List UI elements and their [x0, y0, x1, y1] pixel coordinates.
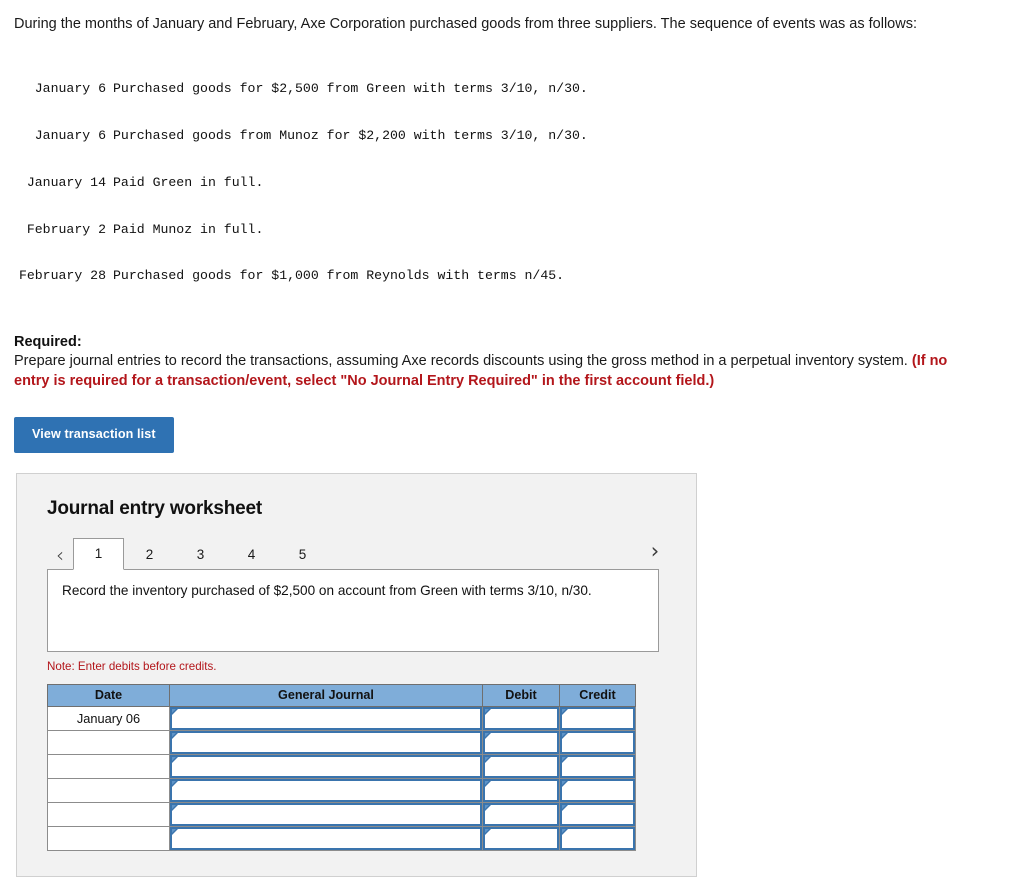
- credit-input[interactable]: [560, 754, 635, 778]
- debit-input[interactable]: [483, 706, 559, 730]
- transaction-description: Purchased goods for $1,000 from Reynolds…: [113, 268, 565, 284]
- table-row: [47, 825, 636, 851]
- table-row: [47, 729, 636, 755]
- general-journal-input[interactable]: [170, 778, 482, 802]
- cell-general-journal[interactable]: [169, 729, 483, 755]
- journal-entry-table: Date General Journal Debit Credit Januar…: [47, 683, 636, 851]
- cell-general-journal[interactable]: [169, 777, 483, 803]
- cell-date[interactable]: January 06: [47, 705, 170, 731]
- view-transaction-list-button[interactable]: View transaction list: [14, 417, 174, 453]
- cell-credit[interactable]: [559, 753, 636, 779]
- table-header-row: Date General Journal Debit Credit: [47, 683, 636, 707]
- transaction-description: Paid Munoz in full.: [113, 221, 264, 237]
- required-body-text: Prepare journal entries to record the tr…: [14, 353, 912, 370]
- journal-entry-worksheet-panel: Journal entry worksheet ‹ 1 2 3 4 5 › Re…: [16, 472, 697, 877]
- general-journal-input[interactable]: [170, 754, 482, 778]
- debit-input[interactable]: [483, 754, 559, 778]
- cell-credit[interactable]: [559, 801, 636, 827]
- general-journal-input[interactable]: [170, 802, 482, 826]
- required-heading: Required:: [14, 334, 82, 351]
- transaction-date: February 28: [18, 268, 106, 284]
- tab-entry-1[interactable]: 1: [73, 537, 124, 570]
- credit-input[interactable]: [560, 778, 635, 802]
- cell-credit[interactable]: [559, 825, 636, 851]
- journal-table-body: January 06: [47, 705, 636, 851]
- worksheet-tabs: ‹ 1 2 3 4 5 ›: [47, 536, 680, 570]
- cell-debit[interactable]: [482, 705, 560, 731]
- credit-input[interactable]: [560, 826, 635, 850]
- tab-entry-4[interactable]: 4: [226, 539, 277, 570]
- cell-date[interactable]: [47, 801, 170, 827]
- tab-entry-5[interactable]: 5: [277, 539, 328, 570]
- general-journal-input[interactable]: [170, 826, 482, 850]
- column-header-date: Date: [47, 683, 170, 707]
- cell-debit[interactable]: [482, 801, 560, 827]
- transaction-description: Paid Green in full.: [113, 174, 264, 190]
- cell-debit[interactable]: [482, 777, 560, 803]
- transaction-row: January 14 Paid Green in full.: [14, 175, 1010, 191]
- previous-entry-chevron-left-icon[interactable]: ‹: [47, 540, 73, 570]
- cell-date[interactable]: [47, 753, 170, 779]
- transaction-row: February 28 Purchased goods for $1,000 f…: [14, 268, 1010, 284]
- cell-general-journal[interactable]: [169, 801, 483, 827]
- debit-input[interactable]: [483, 778, 559, 802]
- cell-date[interactable]: [47, 777, 170, 803]
- entry-instruction-box: Record the inventory purchased of $2,500…: [47, 568, 659, 652]
- transaction-date: January 6: [34, 127, 106, 143]
- next-entry-chevron-right-icon[interactable]: ›: [642, 536, 668, 566]
- cell-debit[interactable]: [482, 825, 560, 851]
- cell-general-journal[interactable]: [169, 705, 483, 731]
- cell-general-journal[interactable]: [169, 825, 483, 851]
- table-row: [47, 753, 636, 779]
- journal-table-wrapper: Date General Journal Debit Credit Januar…: [47, 683, 636, 851]
- general-journal-input[interactable]: [170, 706, 482, 730]
- worksheet-title: Journal entry worksheet: [47, 497, 263, 519]
- transaction-date: February 2: [26, 221, 106, 237]
- debits-before-credits-note: Note: Enter debits before credits.: [47, 659, 217, 673]
- table-row: [47, 801, 636, 827]
- column-header-general-journal: General Journal: [169, 683, 483, 707]
- debit-input[interactable]: [483, 802, 559, 826]
- cell-credit[interactable]: [559, 729, 636, 755]
- transaction-list: January 6 Purchased goods for $2,500 fro…: [14, 50, 1010, 315]
- transaction-row: January 6 Purchased goods for $2,500 fro…: [14, 81, 1010, 97]
- transaction-row: February 2 Paid Munoz in full.: [14, 222, 1010, 238]
- tab-entry-2[interactable]: 2: [124, 539, 175, 570]
- cell-general-journal[interactable]: [169, 753, 483, 779]
- credit-input[interactable]: [560, 802, 635, 826]
- cell-debit[interactable]: [482, 753, 560, 779]
- column-header-credit: Credit: [559, 683, 636, 707]
- transaction-date: January 14: [26, 174, 106, 190]
- cell-date[interactable]: [47, 729, 170, 755]
- transaction-row: January 6 Purchased goods from Munoz for…: [14, 128, 1010, 144]
- transaction-description: Purchased goods from Munoz for $2,200 wi…: [113, 127, 588, 143]
- tab-entry-3[interactable]: 3: [175, 539, 226, 570]
- transaction-description: Purchased goods for $2,500 from Green wi…: [113, 81, 588, 97]
- required-body: Prepare journal entries to record the tr…: [14, 351, 969, 391]
- cell-credit[interactable]: [559, 777, 636, 803]
- general-journal-input[interactable]: [170, 730, 482, 754]
- transaction-date: January 6: [34, 81, 106, 97]
- table-row: January 06: [47, 705, 636, 731]
- table-row: [47, 777, 636, 803]
- debit-input[interactable]: [483, 826, 559, 850]
- credit-input[interactable]: [560, 730, 635, 754]
- cell-credit[interactable]: [559, 705, 636, 731]
- exercise-page: During the months of January and Februar…: [0, 0, 1024, 877]
- intro-paragraph: During the months of January and Februar…: [14, 16, 917, 32]
- cell-debit[interactable]: [482, 729, 560, 755]
- debit-input[interactable]: [483, 730, 559, 754]
- column-header-debit: Debit: [482, 683, 560, 707]
- cell-date[interactable]: [47, 825, 170, 851]
- credit-input[interactable]: [560, 706, 635, 730]
